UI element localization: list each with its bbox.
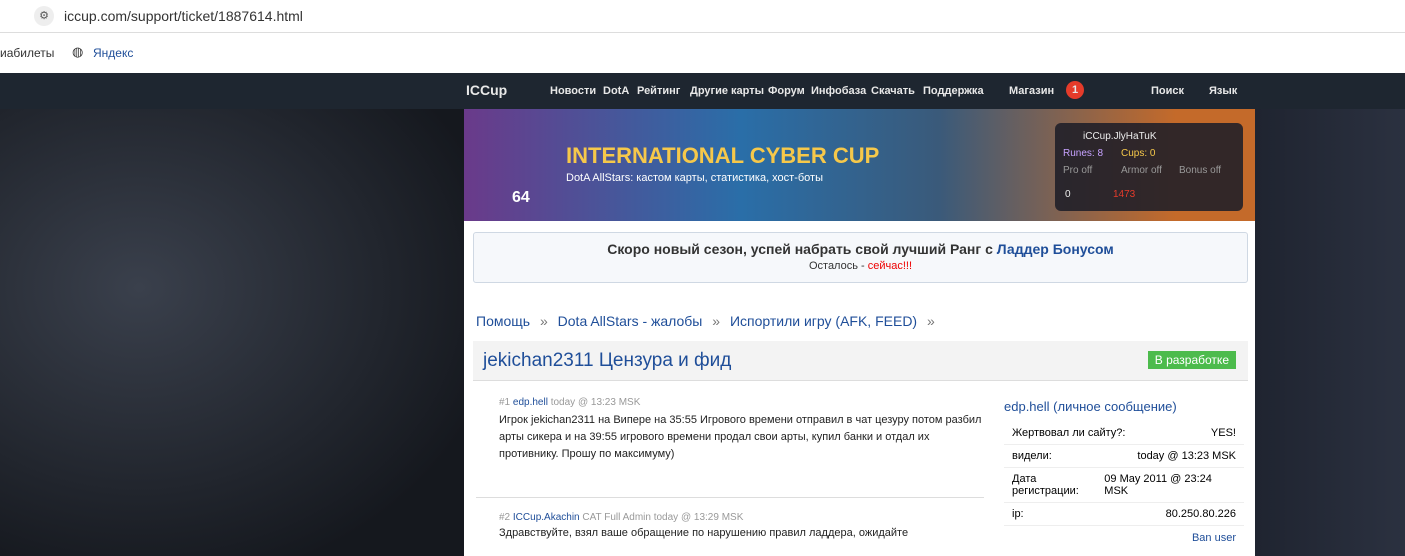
post-time: today @ 13:23 MSK [550, 397, 641, 408]
language-menu[interactable]: Язык [1209, 85, 1237, 97]
ladder-bonus-link[interactable]: Ладдер Бонусом [997, 241, 1114, 257]
armor-status[interactable]: Armor off [1121, 165, 1162, 176]
ticket-title: jekichan2311 Цензура и фид [483, 350, 732, 371]
announce-text: Скоро новый сезон, успей набрать свой лу… [607, 241, 997, 257]
info-row: ip: 80.250.80.226 [1004, 503, 1244, 526]
post-text: Здравствуйте, взял ваше обращение по нар… [499, 527, 909, 539]
nav-other-maps[interactable]: Другие карты [690, 85, 764, 97]
page-background-left [0, 109, 464, 556]
user-panel: iCCup.JlyHaTuK Runes: 8 Cups: 0 Pro off … [1055, 123, 1243, 211]
post-author[interactable]: edp.hell [513, 397, 548, 408]
crumb-dota[interactable]: Dota AllStars - жалобы [558, 313, 703, 329]
info-row: Жертвовал ли сайту?: YES! [1004, 422, 1244, 445]
nav-shop[interactable]: Магазин [1009, 85, 1054, 97]
post-num: #1 [499, 397, 511, 408]
banner-title: INTERNATIONAL CYBER CUP [566, 143, 880, 168]
nav-dota[interactable]: DotA [603, 85, 629, 97]
post-role: CAT Full Admin [582, 512, 651, 523]
ticket-header: jekichan2311 Цензура и фид В разработке [473, 341, 1248, 381]
pro-status[interactable]: Pro off [1063, 165, 1092, 176]
nav-info[interactable]: Инфобаза [811, 85, 866, 97]
page-background-right [1255, 109, 1405, 556]
search-link[interactable]: Поиск [1151, 85, 1184, 97]
logo[interactable]: ICCup [466, 82, 507, 98]
now-text: сейчас!!! [867, 260, 913, 272]
crumb-help[interactable]: Помощь [476, 313, 530, 329]
pm-link[interactable]: (личное сообщение) [1053, 399, 1177, 414]
yandex-icon: ◍ [72, 44, 84, 59]
top-nav: ICCup Новости DotA Рейтинг Другие карты … [0, 73, 1405, 109]
status-badge: В разработке [1147, 351, 1236, 369]
nav-download[interactable]: Скачать [871, 85, 915, 97]
level-badge: 64 [512, 189, 530, 206]
post-1: #1 edp.hell today @ 13:23 MSK Игрок jeki… [476, 397, 984, 463]
address-bar[interactable]: ⚙ iccup.com/support/ticket/1887614.html [0, 0, 1405, 33]
crumb-sep: » [926, 313, 935, 329]
banner: INTERNATIONAL CYBER CUP DotA AllStars: к… [464, 109, 1255, 221]
nav-news[interactable]: Новости [550, 85, 596, 97]
banner-subtitle: DotA AllStars: кастом карты, статистика,… [566, 172, 823, 184]
alert-count[interactable]: 1473 [1113, 189, 1135, 200]
remain-label: Осталось - [808, 260, 868, 272]
notification-badge[interactable]: 1 [1066, 81, 1084, 99]
announcement: Скоро новый сезон, успей набрать свой лу… [473, 232, 1248, 283]
main-content: INTERNATIONAL CYBER CUP DotA AllStars: к… [464, 109, 1255, 556]
post-2: #2 ICCup.Akachin CAT Full Admin today @ … [476, 512, 984, 539]
mail-count[interactable]: 0 [1065, 189, 1071, 200]
crumb-sep: » [539, 313, 548, 329]
info-row: Дата регистрации: 09 May 2011 @ 23:24 MSK [1004, 468, 1244, 503]
divider [476, 497, 984, 498]
author-sidebar: edp.hell (личное сообщение) Жертвовал ли… [1004, 399, 1244, 550]
nav-forum[interactable]: Форум [768, 85, 805, 97]
crumb-afk[interactable]: Испортили игру (AFK, FEED) [730, 313, 917, 329]
cups: Cups: 0 [1121, 148, 1156, 159]
nav-support[interactable]: Поддержка [923, 85, 984, 97]
url-text[interactable]: iccup.com/support/ticket/1887614.html [64, 8, 303, 24]
breadcrumb: Помощь » Dota AllStars - жалобы » Испорт… [476, 313, 941, 329]
site-info-icon[interactable]: ⚙ [34, 6, 54, 26]
bookmark-2[interactable]: Яндекс [93, 46, 133, 60]
author-name[interactable]: edp.hell [1004, 399, 1050, 414]
username[interactable]: iCCup.JlyHaTuK [1083, 131, 1157, 142]
bonus-status[interactable]: Bonus off [1179, 165, 1221, 176]
bookmarks-bar: иабилеты ◍ Яндекс [0, 33, 1405, 73]
post-num: #2 [499, 512, 511, 523]
post-time: today @ 13:29 MSK [653, 512, 744, 523]
info-row: видели: today @ 13:23 MSK [1004, 445, 1244, 468]
bookmark-1[interactable]: иабилеты [0, 46, 54, 60]
nav-rating[interactable]: Рейтинг [637, 85, 680, 97]
runes: Runes: 8 [1063, 148, 1104, 159]
ban-user-link[interactable]: Ban user [1004, 526, 1244, 550]
post-text: Игрок jekichan2311 на Випере на 35:55 Иг… [499, 414, 982, 460]
post-author[interactable]: ICCup.Akachin [513, 512, 580, 523]
crumb-sep: » [712, 313, 721, 329]
